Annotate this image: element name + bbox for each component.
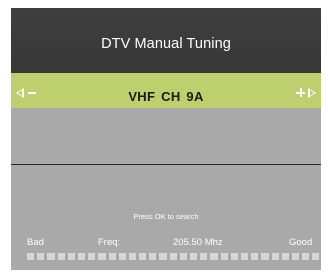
signal-segment — [47, 253, 55, 260]
signal-segment — [37, 253, 45, 260]
signal-segment — [291, 253, 300, 260]
dialog-title: DTV Manual Tuning — [101, 36, 231, 52]
frequency-value: 205.50 Mhz — [173, 237, 223, 248]
signal-good-label: Good — [289, 237, 313, 248]
signal-segment — [77, 253, 86, 260]
signal-segment — [220, 253, 228, 260]
manual-tuning-dialog: DTV Manual Tuning VHF CH 9A Press OK to … — [11, 8, 321, 270]
plus-icon[interactable] — [296, 88, 305, 97]
signal-segment — [108, 253, 116, 260]
signal-segment — [159, 253, 167, 260]
channel-selector[interactable]: VHF CH 9A — [11, 73, 321, 108]
signal-segment — [128, 253, 137, 260]
channel-display: VHF CH 9A — [128, 89, 204, 104]
signal-segment — [230, 253, 238, 260]
signal-info-row: Bad Freq: 205.50 Mhz Good — [11, 237, 321, 249]
signal-segment — [179, 253, 187, 260]
signal-segment — [200, 253, 208, 260]
signal-segment — [149, 253, 157, 260]
signal-segment — [271, 253, 279, 260]
signal-bad-label: Bad — [27, 237, 44, 248]
signal-segment — [118, 253, 126, 260]
signal-segment — [302, 253, 310, 260]
search-prompt: Press OK to search — [133, 212, 199, 221]
section-divider — [11, 164, 321, 165]
signal-segment — [57, 253, 65, 260]
signal-segment — [312, 253, 320, 260]
signal-segment — [261, 253, 269, 260]
signal-segment — [67, 253, 75, 260]
signal-segment — [98, 253, 106, 260]
signal-segment — [169, 253, 177, 260]
signal-segment — [251, 253, 259, 260]
signal-segment — [210, 253, 218, 260]
frequency-label: Freq: — [98, 237, 121, 248]
signal-segment — [88, 253, 96, 260]
title-bar: DTV Manual Tuning — [11, 8, 321, 73]
signal-segment — [240, 253, 249, 260]
signal-segment — [281, 253, 289, 260]
signal-segment — [190, 253, 198, 260]
signal-segment — [139, 253, 147, 260]
signal-quality-bar — [27, 253, 320, 261]
signal-segment — [27, 253, 35, 260]
right-arrow-icon[interactable] — [308, 88, 316, 98]
